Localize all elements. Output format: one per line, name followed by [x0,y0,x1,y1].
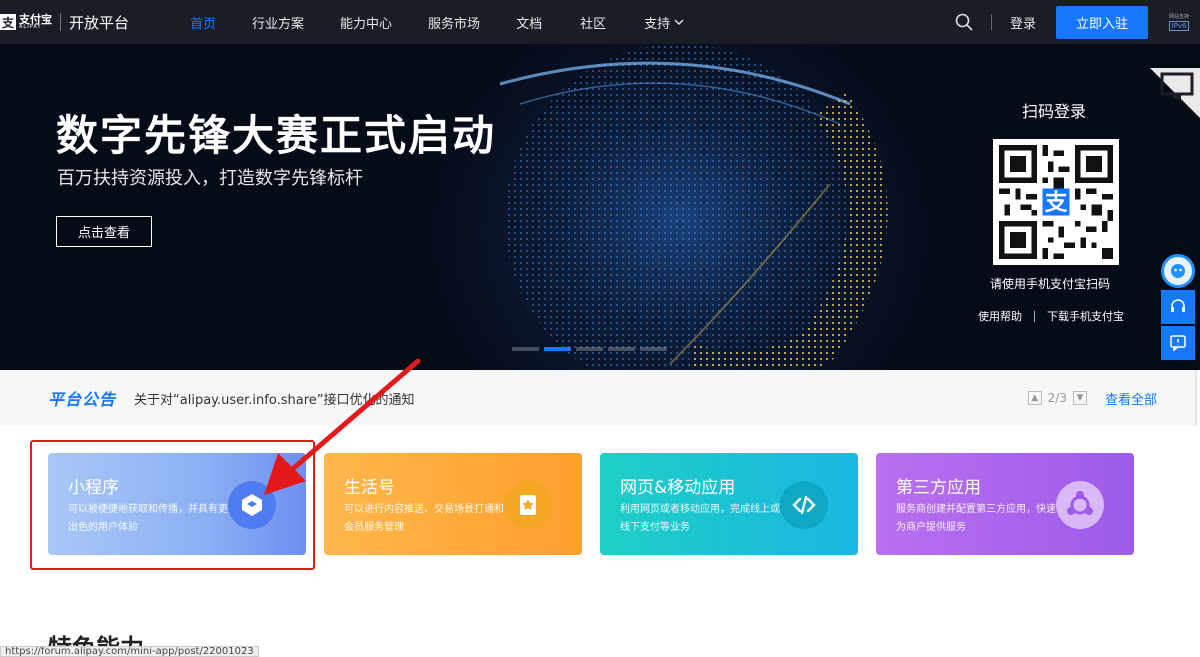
nav-docs[interactable]: 文档 [516,0,542,44]
browser-status-url: https://forum.alipay.com/mini-app/post/2… [0,646,259,657]
globe-graphic [450,44,910,370]
nav-community[interactable]: 社区 [580,0,606,44]
platform-name: 开放平台 [69,13,130,32]
assistant-avatar-icon[interactable] [1161,254,1195,288]
carousel-dots [512,347,667,351]
ipv6-caption: 网站支持 [1168,14,1189,20]
logo-en: ALIPAY [19,24,42,30]
announcement-label: 平台公告 [48,390,117,409]
login-link[interactable]: 登录 [1010,13,1036,32]
logo-divider [60,13,61,31]
nav-service-market[interactable]: 服务市场 [428,0,480,44]
carousel-dot[interactable] [640,347,667,351]
share-network-icon [1056,481,1104,529]
carousel-dot[interactable] [576,347,603,351]
nav-links: 首页 行业方案 能力中心 服务市场 文档 社区 支持 [175,0,684,44]
hero-banner[interactable]: 数字先锋大赛正式启动 百万扶持资源投入，打造数字先锋标杆 点击查看 扫码登录 支… [0,44,1200,370]
bookmark-star-icon [504,481,552,529]
qr-code: 支 [993,139,1119,265]
carousel-dot-active[interactable] [544,347,571,351]
search-icon[interactable] [955,13,973,31]
download-app-link[interactable]: 下载手机支付宝 [1047,308,1124,324]
nav-industry-solutions[interactable]: 行业方案 [252,0,304,44]
nav-home[interactable]: 首页 [190,0,216,44]
nav-support[interactable]: 支持 [644,0,684,44]
qr-links-divider [1034,310,1035,322]
alipay-logo[interactable]: 支 支付宝 ALIPAY 开放平台 [0,0,129,44]
announcement-bar: 平台公告 关于对“alipay.user.info.share”接口优化的通知 … [0,370,1197,426]
carousel-dot[interactable] [608,347,635,351]
nav-divider [990,14,992,30]
code-icon [780,481,828,529]
qr-caption: 请使用手机支付宝扫码 [990,277,1111,291]
feedback-button[interactable] [1161,326,1195,360]
view-details-button[interactable]: 点击查看 [56,216,152,247]
announcement-pager: ▲ 2/3 ▼ 查看全部 [1027,370,1157,426]
card-title: 网页&移动应用 [620,478,736,498]
card-desc: 服务商创建并配置第三方应用，快速为商户提供服务 [896,504,1056,533]
card-desc: 利用网页或者移动应用，完成线上或线下支付等业务 [620,504,780,533]
card-web-mobile-app[interactable]: 网页&移动应用 利用网页或者移动应用，完成线上或线下支付等业务 [600,453,858,555]
ipv6-badge: 网站支持 IPv6 [1166,13,1192,31]
view-all-link[interactable]: 查看全部 [1105,389,1157,408]
qr-title: 扫码登录 [1022,102,1087,121]
svg-text:支: 支 [1045,190,1068,216]
ipv6-label: IPv6 [1168,21,1190,31]
carousel-dot[interactable] [512,347,539,351]
headset-icon [1171,299,1185,312]
alipay-logo-icon: 支 [0,14,16,30]
card-third-party-app[interactable]: 第三方应用 服务商创建并配置第三方应用，快速为商户提供服务 [876,453,1134,555]
nav-right: 登录 立即入驻 网站支持 IPv6 [955,0,1200,44]
qr-links: 使用帮助 下载手机支付宝 [978,308,1124,324]
nav-capability-center[interactable]: 能力中心 [340,0,392,44]
annotation-arrow-icon [264,358,421,495]
nav-support-label: 支持 [644,16,671,32]
pc-login-corner-icon[interactable] [1136,68,1200,132]
top-nav: 支 支付宝 ALIPAY 开放平台 首页 行业方案 能力中心 服务市场 文档 社… [0,0,1200,44]
banner-title: 数字先锋大赛正式启动 [56,111,497,160]
announcement-page: 2/3 [1047,391,1067,405]
robot-icon [1171,264,1185,278]
chevron-down-icon[interactable]: ▼ [1072,391,1087,405]
chevron-down-icon [674,19,684,25]
card-title: 第三方应用 [896,478,981,498]
chevron-up-icon[interactable]: ▲ [1027,391,1042,405]
qr-code-icon: 支 [999,145,1113,259]
page: 支 支付宝 ALIPAY 开放平台 首页 行业方案 能力中心 服务市场 文档 社… [0,0,1200,657]
card-desc: 可以进行内容推送、交易场景打通和会员服务管理 [344,504,504,533]
join-now-button[interactable]: 立即入驻 [1056,5,1148,39]
help-link[interactable]: 使用帮助 [978,308,1022,324]
customer-service-button[interactable] [1161,290,1195,324]
side-widget [1161,254,1195,360]
feedback-icon [1170,335,1186,352]
banner-subtitle: 百万扶持资源投入，打造数字先锋标杆 [57,168,363,189]
